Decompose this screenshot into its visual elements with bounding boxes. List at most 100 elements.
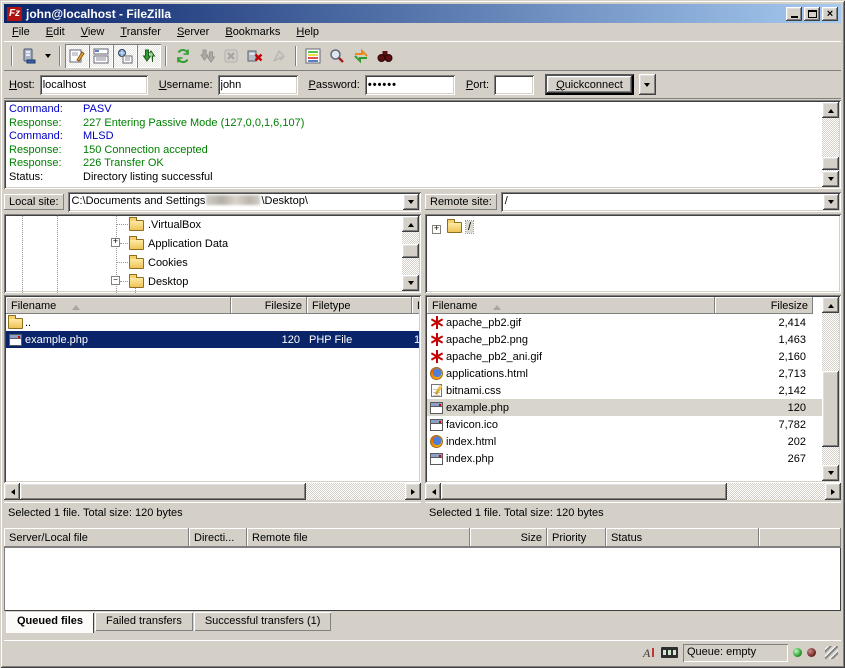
expand-icon[interactable] [111,238,120,247]
remote-list-scrollbar[interactable] [822,297,839,481]
column-header-priority[interactable]: Priority [547,528,606,547]
column-header-remote-file[interactable]: Remote file [247,528,470,547]
tree-item-desktop[interactable]: Desktop [4,272,401,291]
scrollbar-thumb[interactable] [822,157,839,170]
collapse-icon[interactable] [111,276,120,285]
tree-item-virtualbox[interactable]: .VirtualBox [4,215,401,234]
scroll-down-button[interactable] [822,465,839,481]
column-header-server-local-file[interactable]: Server/Local file [4,528,189,547]
title-bar[interactable]: Fz john@localhost - FileZilla × [4,4,841,23]
column-header-filename[interactable]: Filename [427,297,715,314]
remote-file-row[interactable]: index.php 267 [427,450,839,467]
menu-file[interactable]: File [4,24,38,40]
tree-item-cookies[interactable]: Cookies [4,253,401,272]
refresh-button[interactable] [171,44,195,68]
combo-dropdown-button[interactable] [823,194,839,210]
combo-dropdown-button[interactable] [403,194,419,210]
host-input[interactable] [40,75,148,95]
reconnect-button[interactable] [267,44,291,68]
filename-filters-button[interactable] [325,44,349,68]
scroll-up-button[interactable] [822,102,839,118]
remote-file-row[interactable]: applications.html 2,713 [427,365,839,382]
tab-queued-files[interactable]: Queued files [6,612,94,633]
tree-item-root[interactable]: / [425,217,821,236]
scroll-down-button[interactable] [402,275,419,291]
column-header-filesize[interactable]: Filesize [715,297,813,314]
cancel-operation-button[interactable] [219,44,243,68]
remote-site-label: Remote site: [425,194,497,210]
scroll-left-button[interactable] [4,483,20,500]
data-type-indicator-icon[interactable]: A [642,645,656,660]
column-header-status[interactable]: Status [606,528,759,547]
toggle-message-log-button[interactable] [65,44,89,68]
column-header-size[interactable]: Size [470,528,547,547]
tab-failed-transfers[interactable]: Failed transfers [95,612,193,631]
remote-file-row[interactable]: favicon.ico 7,782 [427,416,839,433]
menu-bookmarks[interactable]: Bookmarks [217,24,288,40]
scrollbar-thumb[interactable] [441,483,727,500]
local-tree-scrollbar[interactable] [402,216,419,291]
menu-transfer[interactable]: Transfer [112,24,169,40]
close-button[interactable]: × [822,7,838,21]
scroll-right-button[interactable] [405,483,421,500]
speed-limit-indicator-icon[interactable] [661,647,678,658]
local-directory-tree[interactable]: .VirtualBox Application Data Cookies Des… [4,214,421,293]
username-input[interactable] [218,75,298,95]
remote-directory-tree[interactable]: / [425,214,841,293]
remote-file-row[interactable]: bitnami.css 2,142 [427,382,839,399]
maximize-button[interactable] [804,7,820,21]
local-file-row-example-php[interactable]: example.php 120 PHP File 1 [6,331,419,348]
toolbar-separator [59,46,61,66]
quickconnect-button[interactable]: Quickconnect [545,74,634,95]
scroll-up-button[interactable] [822,297,839,313]
column-header-direction[interactable]: Directi... [189,528,247,547]
remote-file-row[interactable]: index.html 202 [427,433,839,450]
resize-grip[interactable] [825,646,838,659]
scroll-up-button[interactable] [402,216,419,232]
minimize-button[interactable] [786,7,802,21]
column-header-filesize[interactable]: Filesize [231,297,307,314]
remote-file-row-selected[interactable]: example.php 120 [427,399,839,416]
toggle-remote-tree-button[interactable] [113,44,137,68]
menu-server[interactable]: Server [169,24,217,40]
menu-help[interactable]: Help [288,24,327,40]
scrollbar-thumb[interactable] [822,371,839,447]
local-path-combobox[interactable]: C:\Documents and Settings\Desktop\ [68,192,421,212]
scrollbar-thumb[interactable] [20,483,306,500]
toggle-local-tree-button[interactable] [89,44,113,68]
remote-path-combobox[interactable]: / [501,192,841,212]
scroll-down-button[interactable] [822,171,839,187]
quickconnect-dropdown-button[interactable] [639,74,656,95]
tab-successful-transfers[interactable]: Successful transfers (1) [194,612,332,631]
process-queue-button[interactable] [195,44,219,68]
directory-comparison-button[interactable] [301,44,325,68]
scroll-right-button[interactable] [825,483,841,500]
remote-file-row[interactable]: apache_pb2_ani.gif 2,160 [427,348,839,365]
site-manager-dropdown-button[interactable] [41,44,55,68]
queue-tabs: Queued files Failed transfers Successful… [6,612,331,633]
toggle-transfer-queue-button[interactable] [137,44,161,68]
site-manager-button[interactable] [17,44,41,68]
remote-horizontal-scrollbar[interactable] [425,483,841,500]
disconnect-button[interactable] [243,44,267,68]
menu-view[interactable]: View [73,24,113,40]
remote-file-row[interactable]: apache_pb2.png 1,463 [427,331,839,348]
queue-list[interactable] [4,547,841,611]
local-file-row-updir[interactable]: .. [6,314,419,331]
column-header-filename[interactable]: Filename [6,297,231,314]
scroll-left-button[interactable] [425,483,441,500]
column-header-lastmodified[interactable]: L [412,297,419,314]
column-header-filetype[interactable]: Filetype [307,297,412,314]
expand-icon[interactable] [432,225,441,234]
log-scrollbar[interactable] [822,102,839,187]
find-files-button[interactable] [373,44,397,68]
tree-item-application-data[interactable]: Application Data [4,234,401,253]
scrollbar-thumb[interactable] [402,244,419,258]
disconnect-icon [247,48,263,64]
synchronized-browsing-button[interactable] [349,44,373,68]
menu-edit[interactable]: Edit [38,24,73,40]
port-input[interactable] [494,75,534,95]
local-horizontal-scrollbar[interactable] [4,483,421,500]
remote-file-row[interactable]: apache_pb2.gif 2,414 [427,314,839,331]
password-input[interactable] [365,75,455,95]
